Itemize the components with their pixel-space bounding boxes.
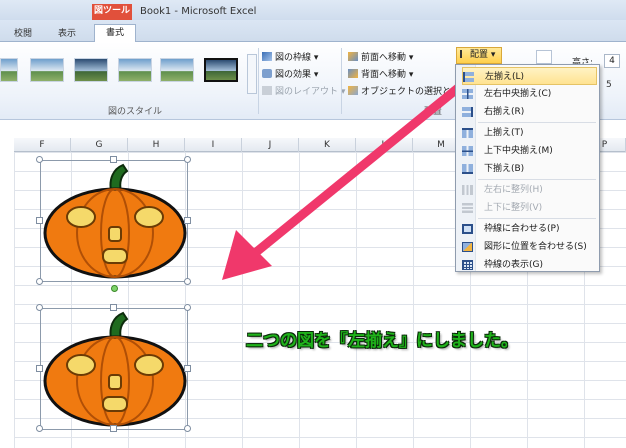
picture-style-thumb[interactable] <box>118 58 152 82</box>
picture-style-thumb[interactable] <box>0 58 18 82</box>
picture-style-thumb[interactable] <box>160 58 194 82</box>
distribute-vertical-icon <box>462 203 473 213</box>
crop-icon[interactable] <box>536 50 552 64</box>
menu-item-align-bottom[interactable]: 下揃え(B) <box>462 160 597 178</box>
snap-to-shape-icon <box>462 242 473 252</box>
rotate-handle[interactable] <box>111 285 118 292</box>
align-center-icon <box>462 89 473 99</box>
picture-effects-label: 図の効果 <box>275 70 312 80</box>
picture-effects-button[interactable]: 図の効果 ▾ <box>262 67 318 80</box>
menu-item-view-gridlines[interactable]: 枠線の表示(G) <box>462 256 597 274</box>
resize-handle[interactable] <box>184 278 191 285</box>
pumpkin-picture-2[interactable] <box>40 308 188 430</box>
resize-handle[interactable] <box>184 217 191 224</box>
resize-handle[interactable] <box>184 156 191 163</box>
menu-item-label: 右揃え(R) <box>484 107 525 117</box>
resize-handle[interactable] <box>184 365 191 372</box>
distribute-horizontal-icon <box>462 185 473 195</box>
menu-item-label: 枠線に合わせる(P) <box>484 224 560 234</box>
menu-item-align-center[interactable]: 左右中央揃え(C) <box>462 85 597 103</box>
align-bottom-icon <box>462 164 473 174</box>
picture-style-thumb-selected[interactable] <box>204 58 238 82</box>
menu-separator <box>478 179 596 180</box>
align-middle-icon <box>462 146 473 156</box>
group-label-picture-styles: 図のスタイル <box>108 107 163 117</box>
menu-item-distribute-horizontal[interactable]: 左右に整列(H) <box>462 181 597 199</box>
menu-separator <box>478 122 596 123</box>
bring-forward-icon <box>348 52 358 61</box>
tab-view[interactable]: 表示 <box>58 26 76 39</box>
height-input[interactable]: 4 <box>604 54 620 68</box>
menu-item-label: 下揃え(B) <box>484 164 525 174</box>
column-header-g[interactable]: G <box>71 138 128 152</box>
menu-item-label: 枠線の表示(G) <box>484 260 543 270</box>
annotation-arrow-icon <box>222 83 463 280</box>
menu-item-align-right[interactable]: 右揃え(R) <box>462 103 597 121</box>
effects-icon <box>262 69 272 78</box>
column-header-f[interactable]: F <box>14 138 71 152</box>
picture-border-label: 図の枠線 <box>275 53 312 63</box>
menu-item-align-top[interactable]: 上揃え(T) <box>462 124 597 142</box>
resize-handle[interactable] <box>184 304 191 311</box>
menu-item-label: 図形に位置を合わせる(S) <box>484 242 587 252</box>
send-backward-label: 背面へ移動 <box>361 70 407 80</box>
bring-forward-button[interactable]: 前面へ移動 ▾ <box>348 50 413 63</box>
snap-to-grid-icon <box>462 224 473 234</box>
menu-item-label: 左右に整列(H) <box>484 185 543 195</box>
align-button-label: 配置 <box>470 50 489 60</box>
menu-separator <box>478 218 596 219</box>
resize-handle[interactable] <box>36 304 43 311</box>
resize-handle[interactable] <box>36 425 43 432</box>
align-left-icon <box>463 72 474 82</box>
column-header-h[interactable]: H <box>128 138 185 152</box>
window-title: Book1 - Microsoft Excel <box>140 6 257 17</box>
pumpkin-picture-1[interactable] <box>40 160 188 282</box>
pumpkin-icon <box>43 163 187 279</box>
pumpkin-icon <box>43 311 187 427</box>
resize-handle[interactable] <box>36 278 43 285</box>
resize-handle[interactable] <box>36 365 43 372</box>
menu-item-distribute-vertical[interactable]: 上下に整列(V) <box>462 199 597 217</box>
tab-review[interactable]: 校閲 <box>14 26 32 39</box>
menu-item-snap-to-shape[interactable]: 図形に位置を合わせる(S) <box>462 238 597 256</box>
menu-item-label: 上揃え(T) <box>484 128 524 138</box>
send-backward-button[interactable]: 背面へ移動 ▾ <box>348 67 413 80</box>
resize-handle[interactable] <box>36 217 43 224</box>
pencil-icon <box>262 52 272 61</box>
view-gridlines-icon <box>462 260 473 270</box>
picture-border-button[interactable]: 図の枠線 ▾ <box>262 50 318 63</box>
align-top-icon <box>462 128 473 138</box>
picture-style-thumb[interactable] <box>30 58 64 82</box>
caption-text: 二つの図を『左揃え』にしました。 <box>246 331 518 351</box>
menu-item-snap-to-grid[interactable]: 枠線に合わせる(P) <box>462 220 597 238</box>
resize-handle[interactable] <box>184 425 191 432</box>
picture-style-thumb[interactable] <box>74 58 108 82</box>
resize-handle[interactable] <box>110 156 117 163</box>
resize-handle[interactable] <box>110 304 117 311</box>
bring-forward-label: 前面へ移動 <box>361 53 407 63</box>
align-dropdown-button[interactable]: 配置 ▾ <box>456 47 502 64</box>
tab-format[interactable]: 書式 <box>94 24 136 43</box>
menu-item-label: 上下中央揃え(M) <box>484 146 553 156</box>
send-backward-icon <box>348 69 358 78</box>
context-tab-label: 図ツール <box>92 4 132 20</box>
width-input[interactable]: 5 <box>606 80 612 90</box>
menu-item-align-middle[interactable]: 上下中央揃え(M) <box>462 142 597 160</box>
align-right-icon <box>462 107 473 117</box>
resize-handle[interactable] <box>36 156 43 163</box>
menu-item-label: 左揃え(L) <box>485 72 525 82</box>
resize-handle[interactable] <box>110 425 117 432</box>
align-icon <box>460 50 468 58</box>
menu-item-align-left[interactable]: 左揃え(L) <box>462 67 597 85</box>
menu-item-label: 上下に整列(V) <box>484 203 543 213</box>
menu-item-label: 左右中央揃え(C) <box>484 89 552 99</box>
